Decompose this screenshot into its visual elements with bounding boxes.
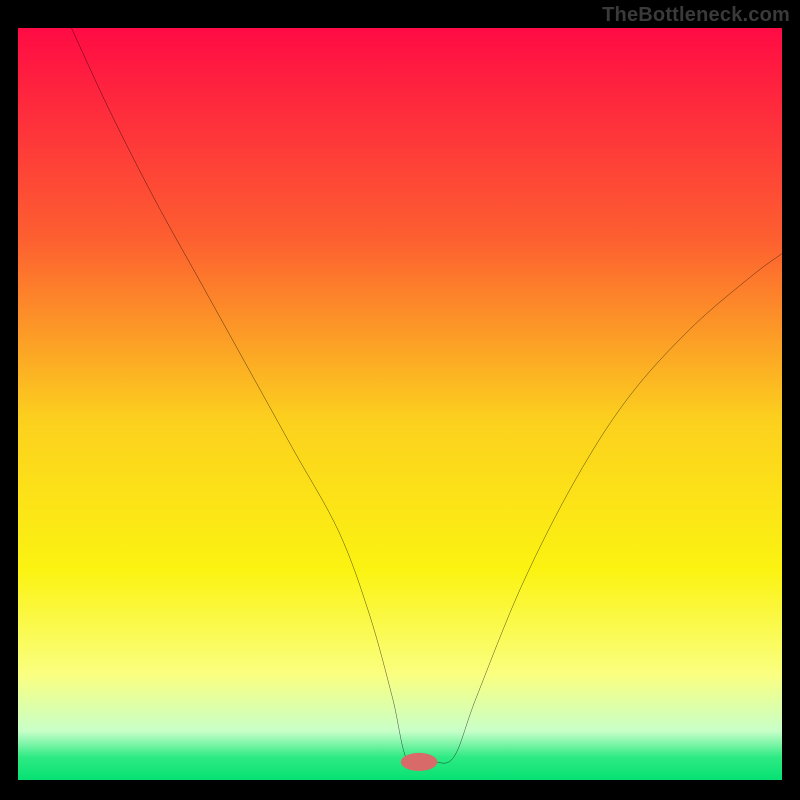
watermark-text: TheBottleneck.com — [602, 4, 790, 27]
plot-area — [18, 28, 782, 780]
chart-svg — [18, 28, 782, 780]
chart-frame: TheBottleneck.com — [0, 0, 800, 800]
chart-background — [18, 28, 782, 780]
optimum-marker — [401, 753, 438, 771]
